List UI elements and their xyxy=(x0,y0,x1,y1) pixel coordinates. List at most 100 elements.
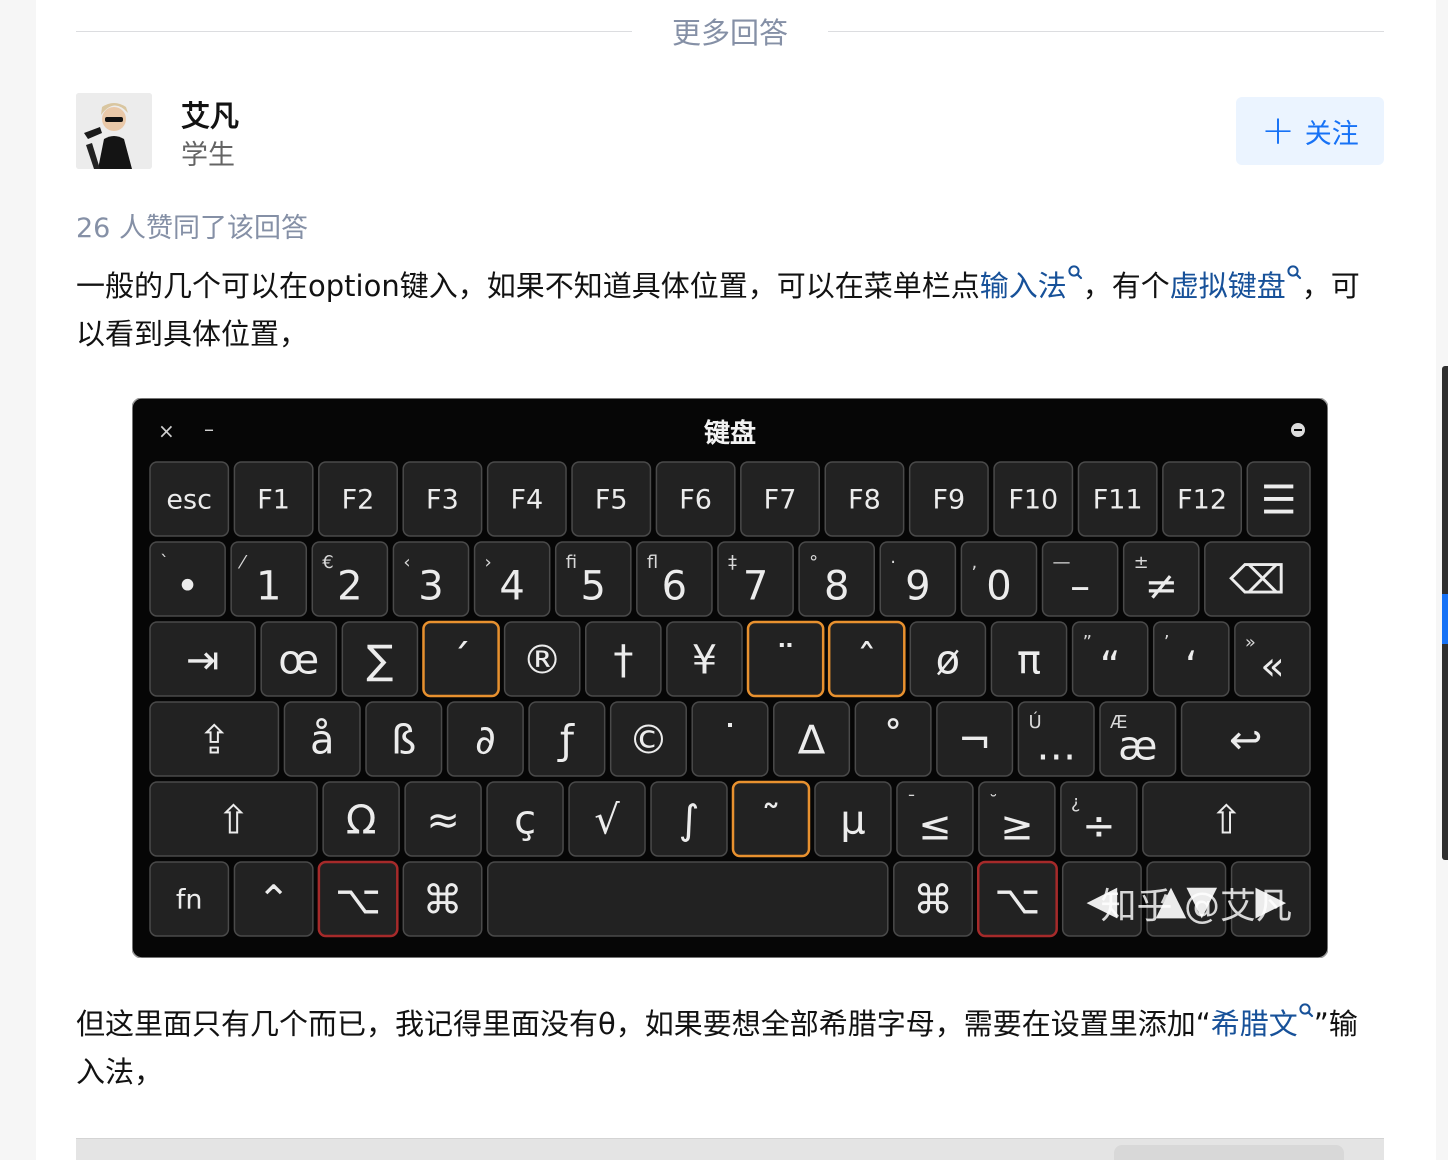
divider-line-left xyxy=(76,30,632,32)
key-alt-label: ° xyxy=(809,552,818,573)
key-label: 7 xyxy=(743,563,768,609)
divider-line-right xyxy=(828,30,1385,32)
key-label: ⇧ xyxy=(217,797,251,843)
key-alt-label: ¯ xyxy=(907,792,916,813)
key-alt-label: Ú xyxy=(1028,711,1041,733)
key-label: ø xyxy=(936,637,960,683)
key-label: ˙ xyxy=(720,717,740,763)
key-label: ˜ xyxy=(761,797,781,843)
answer-paragraph-1: 一般的几个可以在option键入，如果不知道具体位置，可以在菜单栏点输入法 ，有个… xyxy=(76,262,1384,358)
key-alt-label: ˘ xyxy=(989,792,998,813)
more-answers-label: 更多回答 xyxy=(672,16,789,50)
key-alt-label: » xyxy=(1245,632,1256,653)
key-label: F12 xyxy=(1177,485,1227,516)
key-alt-label: Æ xyxy=(1110,712,1128,733)
paragraph-text: ，有个 xyxy=(1082,269,1170,303)
keyboard-screenshot[interactable]: × – 键盘esc F1 F2 F3 F4 F5 F6 F7 F8 F9 F10 F11 F12 ☰•`1⁄2… xyxy=(132,398,1328,958)
key-label: – xyxy=(1070,563,1090,609)
search-icon xyxy=(1287,265,1301,280)
key-label: “ xyxy=(1100,643,1121,689)
follow-button[interactable]: + 关注 xyxy=(1236,97,1384,165)
key-label: µ xyxy=(840,797,865,843)
key-alt-label: ‡ xyxy=(728,552,737,573)
key-label: ¨ xyxy=(776,637,796,683)
key-label: • xyxy=(176,563,200,609)
key-label: ⇧ xyxy=(1210,797,1244,843)
key-label: ® xyxy=(522,637,562,683)
key-label: π xyxy=(1017,637,1041,683)
key-label: F4 xyxy=(510,485,543,516)
key-label: 6 xyxy=(662,563,687,609)
key-label: ∆ xyxy=(797,717,825,763)
key-label: ˆ xyxy=(857,637,877,683)
key-label: F3 xyxy=(426,485,459,516)
key-label: ⌥ xyxy=(335,877,381,923)
key-label: F10 xyxy=(1008,485,1058,516)
key-label: F5 xyxy=(595,485,628,516)
key-label: œ xyxy=(278,637,319,683)
key-label: F11 xyxy=(1093,485,1143,516)
key-label: 9 xyxy=(905,563,930,609)
key-alt-label: · xyxy=(890,552,896,573)
author-name[interactable]: 艾凡 xyxy=(181,93,239,135)
key-label: ≠ xyxy=(1144,563,1178,609)
key-label: 1 xyxy=(256,563,281,609)
key-label: esc xyxy=(166,485,212,516)
key-label: ‘ xyxy=(1185,643,1198,689)
author-info: 艾凡 学生 + 关注 xyxy=(76,93,1384,171)
key-label: ¥ xyxy=(692,637,717,683)
key[interactable] xyxy=(487,861,889,937)
close-icon[interactable]: × xyxy=(158,419,175,443)
key-alt-label: ` xyxy=(160,552,169,573)
key-label: ∑ xyxy=(366,637,393,683)
more-answers-divider: 更多回答 xyxy=(76,10,1385,52)
key-label: ≥ xyxy=(1000,803,1034,849)
key-alt-label: ﬂ xyxy=(647,552,658,573)
watermark: 知乎 @艾凡 xyxy=(1101,886,1292,927)
key-label: ∫ xyxy=(679,797,700,843)
key-label: ß xyxy=(391,717,416,763)
key-label: 2 xyxy=(337,563,362,609)
follow-label: 关注 xyxy=(1304,118,1359,150)
scrollbar-thumb[interactable] xyxy=(1442,594,1448,644)
preview-search-bar xyxy=(1114,1145,1344,1160)
link-text: 虚拟键盘 xyxy=(1169,269,1286,303)
link-greek[interactable]: 希腊文 xyxy=(1210,1003,1314,1041)
key-label: ⌥ xyxy=(994,877,1040,923)
key-label: ˚ xyxy=(883,717,903,763)
link-virtual-keyboard[interactable]: 虚拟键盘 xyxy=(1169,265,1302,303)
key-label: ⌘ xyxy=(423,877,463,923)
avatar[interactable] xyxy=(76,93,152,169)
key-alt-label: ‹ xyxy=(403,552,410,573)
next-image-preview xyxy=(76,1138,1384,1160)
key-label: ç xyxy=(514,797,536,843)
key-label: ⌫ xyxy=(1229,557,1286,603)
key-label: F6 xyxy=(679,485,712,516)
key-label: … xyxy=(1036,723,1076,769)
key-label: Ω xyxy=(346,797,377,843)
key-label: F9 xyxy=(932,485,965,516)
key-alt-label: — xyxy=(1053,552,1071,573)
plus-icon: + xyxy=(1261,108,1295,154)
paragraph-text: 但这里面只有几个而已，我记得里面没有θ，如果要想全部希腊字母，需要在设置里添加“ xyxy=(76,1007,1211,1041)
vote-count: 26 人赞同了该回答 xyxy=(76,213,308,244)
answer-card: 更多回答 艾凡 学生 + 关注 26 人赞同了该回答 一般的几个可以在optio… xyxy=(36,0,1436,1160)
key-label: √ xyxy=(594,797,620,843)
search-icon xyxy=(1299,1003,1313,1018)
key-alt-label: € xyxy=(322,552,333,573)
minimize-icon[interactable]: – xyxy=(204,417,214,441)
link-input-method[interactable]: 输入法 xyxy=(979,265,1083,303)
link-text: 希腊文 xyxy=(1210,1007,1298,1041)
key-alt-label: ‚ xyxy=(971,552,977,573)
key-label: F7 xyxy=(764,485,797,516)
key-label: ≈ xyxy=(426,797,460,843)
key-alt-label: ± xyxy=(1134,552,1149,573)
key-label: ☰ xyxy=(1261,477,1297,523)
key-label: 3 xyxy=(418,563,443,609)
key-label: † xyxy=(613,637,633,683)
link-text: 输入法 xyxy=(979,269,1067,303)
key-label: F1 xyxy=(257,485,290,516)
key-alt-label: ﬁ xyxy=(566,552,577,573)
key-label: © xyxy=(628,717,668,763)
key-label: fn xyxy=(176,885,203,916)
